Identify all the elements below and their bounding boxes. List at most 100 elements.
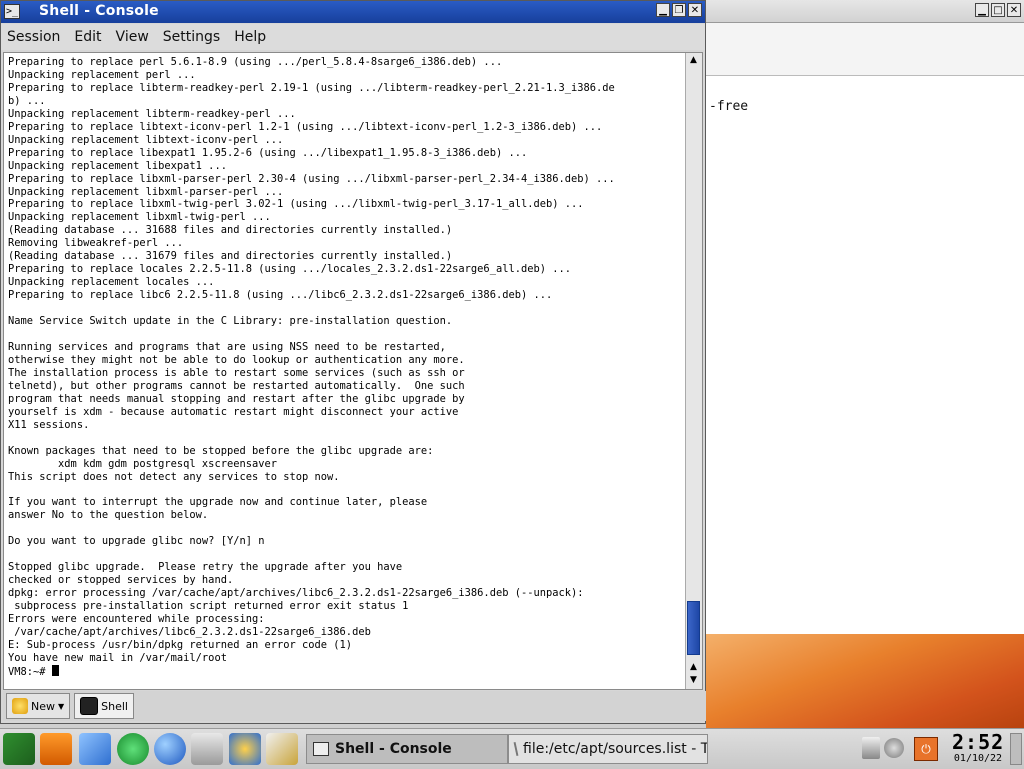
editor-area[interactable] (705, 75, 1024, 636)
terminal-line: X11 sessions. (8, 418, 90, 431)
terminal-line: Unpacking replacement libxml-parser-perl… (8, 185, 284, 198)
scroll-down-icon[interactable]: ▼ (687, 674, 700, 686)
lifejacket-icon[interactable] (40, 733, 72, 765)
maximize-icon[interactable]: □ (991, 3, 1005, 17)
new-session-button[interactable]: New ▼ (6, 693, 71, 719)
shell-icon (80, 697, 99, 715)
new-session-icon (12, 698, 28, 714)
terminal-line: Preparing to replace libtext-iconv-perl … (8, 120, 603, 133)
menu-view[interactable]: View (116, 29, 149, 45)
terminal-line: This script does not detect any services… (8, 470, 340, 483)
editor-text: -free (709, 99, 749, 114)
pencil-icon[interactable] (266, 733, 298, 765)
globe-icon[interactable] (154, 733, 186, 765)
scroll-up-icon[interactable]: ▲ (687, 661, 700, 673)
session-tabbar: New ▼ Shell (3, 691, 706, 721)
maximize-icon[interactable]: ❐ (672, 3, 686, 17)
terminal-line: E: Sub-process /usr/bin/dpkg returned an… (8, 638, 353, 651)
konqueror-icon[interactable] (229, 733, 261, 765)
menu-edit[interactable]: Edit (74, 29, 101, 45)
taskbar: Shell - Console file:/etc/apt/sources.li… (0, 728, 1024, 769)
terminal-line: answer No to the question below. (8, 509, 209, 522)
terminal-line: (Reading database ... 31679 files and di… (8, 250, 453, 263)
background-window[interactable]: ▁ □ ✕ -free (704, 0, 1024, 636)
terminal-line: Preparing to replace libxml-parser-perl … (8, 172, 615, 185)
tab-shell[interactable]: Shell (74, 693, 134, 719)
task-sources-list-label: file:/etc/apt/sources.list - T (523, 741, 708, 757)
text-editor-icon (513, 741, 519, 757)
minimize-icon[interactable]: ▁ (656, 3, 670, 17)
desktop-wallpaper (706, 634, 1024, 728)
new-session-label: New (31, 699, 55, 713)
task-shell-console-label: Shell - Console (335, 741, 452, 757)
background-window-content: -free (705, 23, 1024, 636)
terminal-frame: Preparing to replace perl 5.6.1-8.9 (usi… (3, 52, 703, 690)
power-icon[interactable]: ⏻ (914, 737, 938, 761)
terminal-line: Unpacking replacement libexpat1 ... (8, 159, 227, 172)
running-man-icon[interactable] (117, 733, 149, 765)
terminal-line: Preparing to replace libexpat1 1.95.2-6 … (8, 146, 528, 159)
terminal-line: xdm kdm gdm postgresql xscreensaver (58, 457, 277, 470)
terminal-line: b) ... (8, 94, 46, 107)
tab-shell-label: Shell (101, 699, 128, 713)
terminal-line: yourself is xdm - because automatic rest… (8, 405, 459, 418)
terminal-line: Preparing to replace libc6 2.2.5-11.8 (u… (8, 289, 553, 302)
terminal-line: Unpacking replacement libterm-readkey-pe… (8, 107, 296, 120)
terminal-line: Unpacking replacement libxml-twig-perl .… (8, 211, 271, 224)
task-sources-list[interactable]: file:/etc/apt/sources.list - T (508, 734, 708, 764)
scanner-icon[interactable] (191, 733, 223, 765)
terminal-line: Stopped glibc upgrade. Please retry the … (8, 561, 403, 574)
console-window[interactable]: >_ Shell - Console ▁ ❐ ✕ Session Edit Vi… (0, 0, 706, 724)
terminal-line: Preparing to replace perl 5.6.1-8.9 (usi… (8, 56, 503, 68)
terminal-line: telnetd), but other programs cannot be r… (8, 379, 465, 392)
volume-icon[interactable] (862, 737, 880, 759)
cube-icon[interactable] (79, 733, 111, 765)
terminal-line: Preparing to replace libxml-twig-perl 3.… (8, 198, 584, 211)
terminal-line: checked or stopped services by hand. (8, 574, 234, 587)
terminal-line: Unpacking replacement perl ... (8, 68, 196, 81)
terminal-line: If you want to interrupt the upgrade now… (8, 496, 428, 509)
terminal-line: Known packages that need to be stopped b… (8, 444, 434, 457)
scrollbar[interactable]: ▲ ▲ ▼ (685, 53, 702, 689)
terminal-line: Unpacking replacement libtext-iconv-perl… (8, 133, 284, 146)
shell-prompt: VM8:~# (8, 665, 52, 678)
terminal-line: Errors were encountered while processing… (8, 612, 265, 625)
menubar: Session Edit View Settings Help (1, 24, 705, 50)
chevron-down-icon[interactable]: ▼ (58, 702, 64, 711)
terminal-line: Removing libweakref-perl ... (8, 237, 184, 250)
terminal-line: subprocess pre-installation script retur… (14, 600, 409, 613)
close-icon[interactable]: ✕ (1007, 3, 1021, 17)
terminal-app-icon (313, 742, 329, 756)
terminal-line: Do you want to upgrade glibc now? [Y/n] … (8, 535, 265, 548)
clock-time: 2:52 (952, 730, 1005, 754)
scrollbar-thumb[interactable] (687, 601, 700, 655)
network-icon[interactable] (884, 738, 904, 758)
scroll-up-icon[interactable]: ▲ (687, 54, 700, 66)
terminal-output[interactable]: Preparing to replace perl 5.6.1-8.9 (usi… (8, 56, 686, 686)
terminal-line: You have new mail in /var/mail/root (8, 651, 227, 664)
kde-menu-icon[interactable] (3, 733, 35, 765)
menu-session[interactable]: Session (7, 29, 60, 45)
minimize-icon[interactable]: ▁ (975, 3, 989, 17)
terminal-line: Preparing to replace libterm-readkey-per… (8, 81, 615, 94)
terminal-line: (Reading database ... 31688 files and di… (8, 224, 453, 237)
background-window-titlebar[interactable]: ▁ □ ✕ (705, 0, 1024, 23)
menu-settings[interactable]: Settings (163, 29, 220, 45)
terminal-line: program that needs manual stopping and r… (8, 392, 465, 405)
clock[interactable]: 2:52 01/10/22 (952, 731, 1004, 767)
clock-date: 01/10/22 (953, 753, 1003, 764)
menu-help[interactable]: Help (234, 29, 266, 45)
window-title: Shell - Console (39, 3, 159, 19)
terminal-line: Running services and programs that are u… (8, 340, 446, 353)
terminal-line: Unpacking replacement locales ... (8, 276, 215, 289)
terminal-line: /var/cache/apt/archives/libc6_2.3.2.ds1-… (14, 625, 371, 638)
terminal-app-icon[interactable]: >_ (4, 4, 20, 19)
task-shell-console[interactable]: Shell - Console (306, 734, 508, 764)
terminal-line: otherwise they might not be able to do l… (8, 353, 465, 366)
tray-handle[interactable] (1010, 733, 1022, 765)
terminal-line: Preparing to replace locales 2.2.5-11.8 … (8, 263, 572, 276)
terminal-line: dpkg: error processing /var/cache/apt/ar… (8, 587, 584, 600)
console-titlebar[interactable]: >_ Shell - Console ▁ ❐ ✕ (1, 1, 705, 23)
close-icon[interactable]: ✕ (688, 3, 702, 17)
terminal-line: Name Service Switch update in the C Libr… (8, 315, 453, 328)
